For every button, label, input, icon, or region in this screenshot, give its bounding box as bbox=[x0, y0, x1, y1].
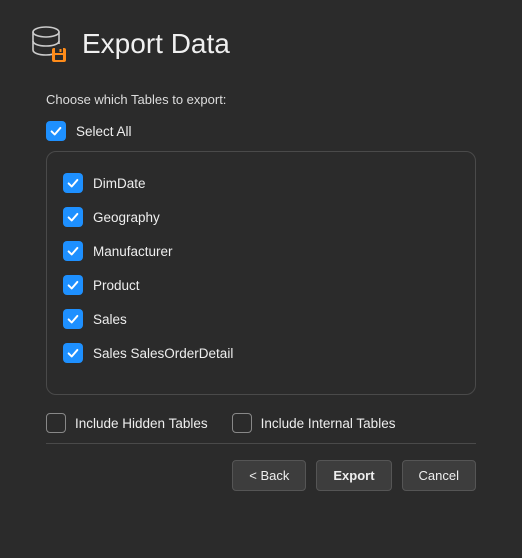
table-row[interactable]: Manufacturer bbox=[63, 234, 459, 268]
button-row: < Back Export Cancel bbox=[28, 460, 476, 491]
include-internal-checkbox[interactable]: Include Internal Tables bbox=[232, 413, 396, 433]
table-label: Sales bbox=[93, 312, 127, 327]
include-hidden-label: Include Hidden Tables bbox=[75, 416, 208, 431]
divider bbox=[46, 443, 476, 444]
table-row[interactable]: Sales bbox=[63, 302, 459, 336]
instruction-text: Choose which Tables to export: bbox=[46, 92, 494, 107]
table-row[interactable]: Geography bbox=[63, 200, 459, 234]
checkbox-icon bbox=[63, 275, 83, 295]
export-button[interactable]: Export bbox=[316, 460, 391, 491]
database-save-icon bbox=[28, 24, 68, 64]
options-row: Include Hidden Tables Include Internal T… bbox=[46, 413, 476, 433]
checkbox-icon bbox=[46, 121, 66, 141]
table-row[interactable]: Product bbox=[63, 268, 459, 302]
table-row[interactable]: DimDate bbox=[63, 166, 459, 200]
checkbox-icon bbox=[232, 413, 252, 433]
select-all-label: Select All bbox=[76, 124, 132, 139]
checkbox-icon bbox=[63, 241, 83, 261]
back-button[interactable]: < Back bbox=[232, 460, 306, 491]
table-row[interactable]: Sales SalesOrderDetail bbox=[63, 336, 459, 370]
table-label: Manufacturer bbox=[93, 244, 173, 259]
dialog-header: Export Data bbox=[28, 24, 494, 64]
checkbox-icon bbox=[63, 173, 83, 193]
tables-panel: DimDate Geography Manufacturer Product S… bbox=[46, 151, 476, 395]
table-label: Product bbox=[93, 278, 140, 293]
checkbox-icon bbox=[63, 309, 83, 329]
checkbox-icon bbox=[46, 413, 66, 433]
cancel-button[interactable]: Cancel bbox=[402, 460, 476, 491]
checkbox-icon bbox=[63, 207, 83, 227]
dialog-title: Export Data bbox=[82, 28, 230, 60]
table-label: Sales SalesOrderDetail bbox=[93, 346, 233, 361]
export-data-dialog: Export Data Choose which Tables to expor… bbox=[0, 0, 522, 511]
checkbox-icon bbox=[63, 343, 83, 363]
table-label: Geography bbox=[93, 210, 160, 225]
include-internal-label: Include Internal Tables bbox=[261, 416, 396, 431]
include-hidden-checkbox[interactable]: Include Hidden Tables bbox=[46, 413, 208, 433]
table-label: DimDate bbox=[93, 176, 146, 191]
select-all-checkbox[interactable]: Select All bbox=[46, 121, 494, 141]
